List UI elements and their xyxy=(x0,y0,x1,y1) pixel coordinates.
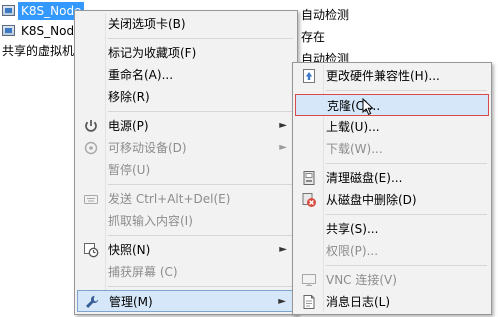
wrench-icon xyxy=(84,294,100,310)
menu-separator xyxy=(108,286,293,287)
upgrade-icon xyxy=(301,68,317,84)
menu-separator xyxy=(108,111,293,112)
menu-item-removable-devices[interactable]: 可移动设备(D) ► xyxy=(77,137,295,159)
menu-item-upload[interactable]: 上载(U)... xyxy=(295,116,489,138)
menu-item-label: 更改硬件兼容性(H)... xyxy=(326,69,440,83)
menu-item-manage[interactable]: 管理(M) ► xyxy=(77,290,295,312)
menu-item-remove[interactable]: 移除(R) xyxy=(77,86,295,108)
menu-item-label: 从磁盘中删除(D) xyxy=(326,193,417,207)
menu-item-label: 抓取输入内容(I) xyxy=(108,214,193,228)
menu-item-snapshot[interactable]: 快照(N) ► xyxy=(77,239,295,261)
menu-item-vnc-connection[interactable]: VNC 连接(V) xyxy=(295,269,489,291)
menu-separator xyxy=(326,214,487,215)
menu-separator xyxy=(108,235,293,236)
menu-item-pause[interactable]: 暂停(U) xyxy=(77,159,295,181)
snapshot-icon xyxy=(83,242,99,258)
menu-item-label: 下载(W)... xyxy=(326,142,383,156)
menu-item-capture-screen[interactable]: 捕获屏幕 (C) xyxy=(77,261,295,283)
menu-item-permissions[interactable]: 权限(P)... xyxy=(295,240,489,262)
menu-item-share[interactable]: 共享(S)... xyxy=(295,218,489,240)
removable-device-icon xyxy=(83,140,99,156)
tree-item-label: 共享的虚拟机 xyxy=(2,44,75,58)
vm-icon xyxy=(2,5,15,16)
menu-item-label: 标记为收藏项(F) xyxy=(108,46,197,60)
menu-item-download[interactable]: 下载(W)... xyxy=(295,138,489,160)
status-text: 自动检测 xyxy=(301,8,350,22)
menu-item-label: 电源(P) xyxy=(108,119,149,133)
menu-item-label: 共享(S)... xyxy=(326,222,379,236)
menu-item-change-hardware-compat[interactable]: 更改硬件兼容性(H)... xyxy=(295,65,489,87)
menu-item-label: 上载(U)... xyxy=(326,120,380,134)
context-menu: 关闭选项卡(B) 标记为收藏项(F) 重命名(A)... 移除(R) 电源(P)… xyxy=(74,10,298,315)
menu-item-label: 清理磁盘(E)... xyxy=(326,171,403,185)
power-icon xyxy=(83,118,99,134)
menu-item-label: 移除(R) xyxy=(108,90,150,104)
delete-icon xyxy=(301,192,317,208)
menu-item-label: 管理(M) xyxy=(109,295,153,309)
menu-item-send-ctrl-alt-del[interactable]: 发送 Ctrl+Alt+Del(E) xyxy=(77,188,295,210)
manage-submenu: 更改硬件兼容性(H)... 克隆(C)... 上载(U)... 下载(W)...… xyxy=(292,62,492,315)
chevron-right-icon: ► xyxy=(279,142,287,153)
chevron-right-icon: ► xyxy=(279,244,287,255)
menu-item-label: 暂停(U) xyxy=(108,163,151,177)
menu-item-label: 可移动设备(D) xyxy=(108,141,187,155)
log-icon xyxy=(301,294,317,310)
menu-item-grab-input[interactable]: 抓取输入内容(I) xyxy=(77,210,295,232)
menu-item-label: 发送 Ctrl+Alt+Del(E) xyxy=(108,192,231,206)
menu-item-clone[interactable]: 克隆(C)... xyxy=(295,94,489,116)
chevron-right-icon: ► xyxy=(279,120,287,131)
menu-item-rename[interactable]: 重命名(A)... xyxy=(77,64,295,86)
monitor-icon xyxy=(301,272,317,288)
status-text: 存在 xyxy=(301,30,326,44)
menu-item-label: 消息日志(L) xyxy=(326,295,391,309)
menu-item-label: 关闭选项卡(B) xyxy=(108,17,186,31)
menu-item-clean-disk[interactable]: 清理磁盘(E)... xyxy=(295,167,489,189)
menu-item-power[interactable]: 电源(P) ► xyxy=(77,115,295,137)
menu-separator xyxy=(108,184,293,185)
menu-item-label: 快照(N) xyxy=(108,243,151,257)
tree-item-shared-vms[interactable]: 共享的虚拟机 xyxy=(2,42,74,60)
menu-item-label: 权限(P)... xyxy=(326,244,379,258)
disk-clean-icon xyxy=(301,170,317,186)
menu-item-delete-from-disk[interactable]: 从磁盘中删除(D) xyxy=(295,189,489,211)
menu-item-message-log[interactable]: 消息日志(L) xyxy=(295,291,489,313)
menu-item-close-tab[interactable]: 关闭选项卡(B) xyxy=(77,13,295,35)
keyboard-icon xyxy=(83,191,99,207)
menu-separator xyxy=(326,265,487,266)
menu-separator xyxy=(326,163,487,164)
menu-item-label: VNC 连接(V) xyxy=(326,273,397,287)
menu-item-label: 重命名(A)... xyxy=(108,68,174,82)
menu-item-label: 捕获屏幕 (C) xyxy=(108,265,178,279)
chevron-right-icon: ► xyxy=(278,296,286,307)
menu-separator xyxy=(326,90,487,91)
vm-icon xyxy=(2,25,15,36)
menu-separator xyxy=(108,38,293,39)
menu-item-mark-favorite[interactable]: 标记为收藏项(F) xyxy=(77,42,295,64)
